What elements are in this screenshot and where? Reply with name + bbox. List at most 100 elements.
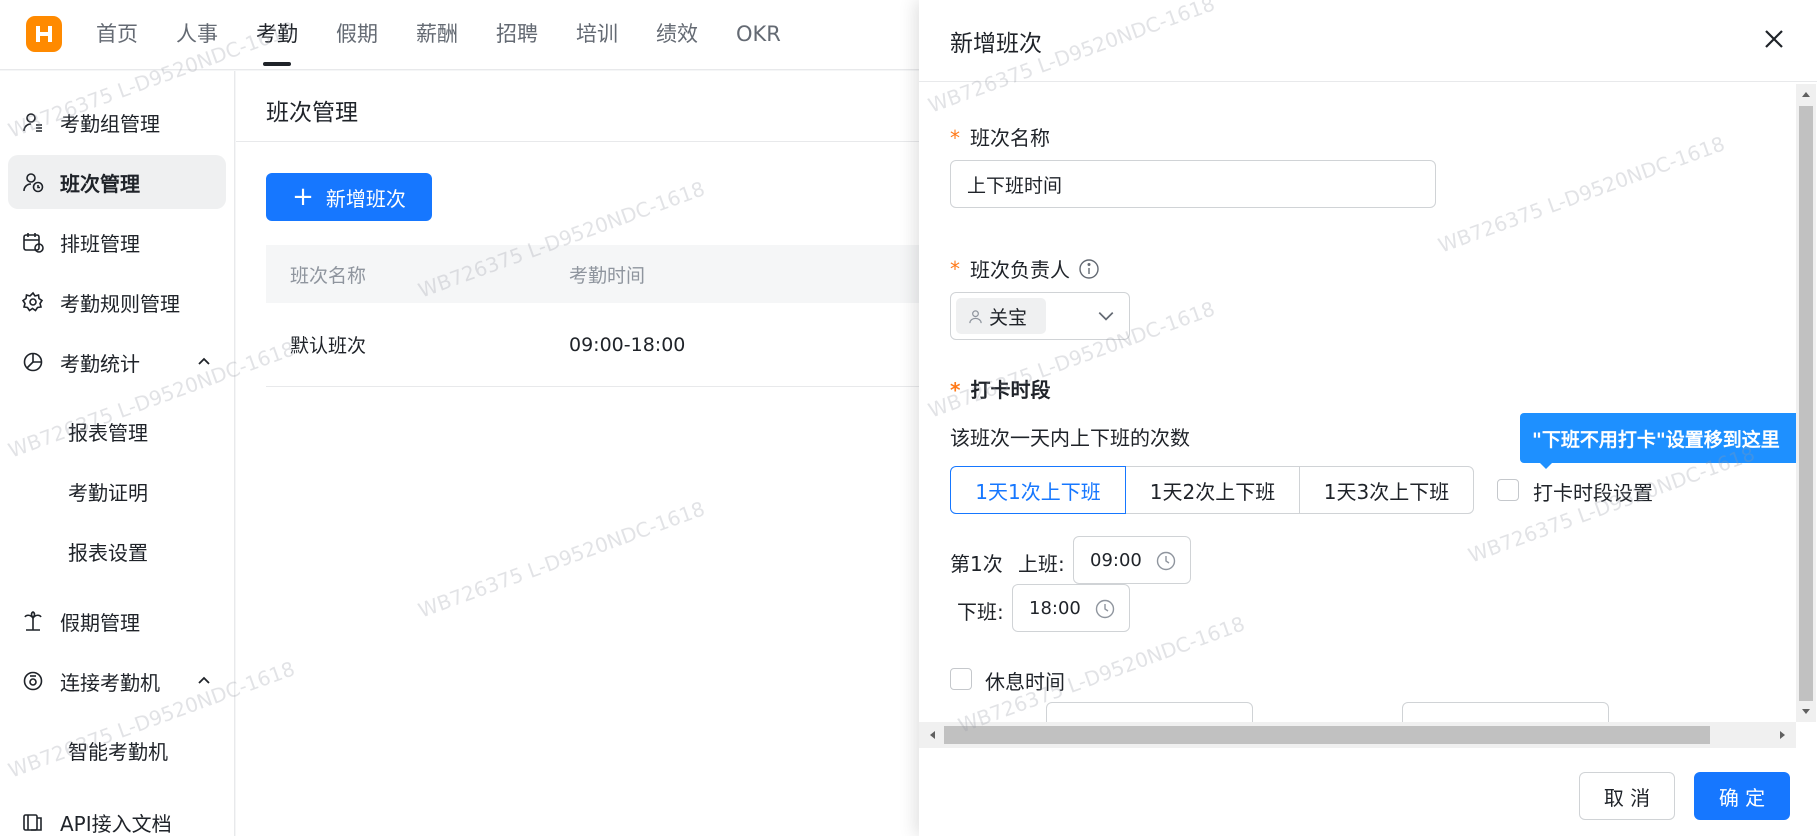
logo-icon [36, 26, 52, 42]
page-title: 班次管理 [266, 100, 358, 126]
sidebar-item-rules[interactable]: 考勤规则管理 [8, 275, 226, 329]
drawer-footer: 取 消 确 定 [919, 750, 1817, 836]
pie-chart-icon [22, 351, 44, 373]
rest-end-input[interactable] [1402, 702, 1609, 722]
scroll-left-icon[interactable] [927, 730, 937, 740]
horizontal-scrollbar[interactable] [919, 722, 1796, 748]
sidebar-item-device[interactable]: 连接考勤机 [8, 654, 226, 708]
scroll-up-icon[interactable] [1801, 89, 1811, 99]
sidebar-item-label: 班次管理 [60, 171, 140, 196]
plus-icon: + [292, 182, 314, 212]
table-header: 班次名称 考勤时间 [266, 245, 936, 303]
shift-name-input[interactable]: 上下班时间 [950, 160, 1436, 208]
book-icon [22, 811, 44, 833]
sidebar-subitem-report-settings[interactable]: 报表设置 [68, 537, 148, 566]
sidebar-item-label: 考勤规则管理 [60, 291, 180, 316]
chevron-up-icon [198, 357, 210, 365]
shift-table: 班次名称 考勤时间 默认班次 09:00-18:00 [266, 245, 936, 387]
nav-tabs: 首页 人事 考勤 假期 薪酬 招聘 培训 绩效 OKR [96, 0, 819, 70]
nav-tab-hr[interactable]: 人事 [176, 0, 218, 70]
nav-tab-performance[interactable]: 绩效 [656, 0, 698, 70]
punch-period-label: * 打卡时段 [950, 378, 1051, 402]
add-shift-label: 新增班次 [325, 186, 406, 211]
calendar-icon [22, 231, 44, 253]
punch-setting-label: 打卡时段设置 [1533, 481, 1653, 505]
scroll-down-icon[interactable] [1801, 707, 1811, 717]
on-duty-label: 上班: [1018, 552, 1065, 576]
chevron-up-icon [198, 676, 210, 684]
info-icon[interactable] [1078, 258, 1100, 280]
divider [236, 141, 936, 142]
table-row[interactable]: 默认班次 09:00-18:00 [266, 303, 936, 387]
owner-tag-label: 关宝 [989, 306, 1028, 329]
sidebar-subitem-report-manage[interactable]: 报表管理 [68, 417, 148, 446]
sidebar-item-api-docs[interactable]: API接入文档 [8, 795, 226, 836]
shift-owner-label: * 班次负责人 [950, 254, 1100, 283]
drawer-title: 新增班次 [950, 31, 1042, 57]
cancel-button[interactable]: 取 消 [1579, 772, 1675, 820]
app-logo[interactable] [26, 16, 62, 52]
clock-icon [1095, 599, 1115, 619]
sidebar-item-shift[interactable]: 班次管理 [8, 155, 226, 209]
sidebar-item-attendance-group[interactable]: 考勤组管理 [8, 95, 226, 149]
sidebar-subitem-smart-device[interactable]: 智能考勤机 [68, 736, 168, 765]
sidebar-item-leave[interactable]: 假期管理 [8, 594, 226, 648]
scroll-right-icon[interactable] [1778, 730, 1788, 740]
user-icon [969, 309, 982, 323]
sidebar-item-schedule[interactable]: 排班管理 [8, 215, 226, 269]
rest-time-checkbox[interactable] [950, 668, 972, 690]
chevron-down-icon [1098, 312, 1114, 321]
add-shift-button[interactable]: + 新增班次 [266, 173, 432, 221]
nav-tab-okr[interactable]: OKR [736, 0, 781, 70]
close-icon[interactable] [1761, 26, 1787, 52]
gear-icon [22, 291, 44, 313]
punch-setting-tooltip: "下班不用打卡"设置移到这里 [1520, 413, 1810, 463]
device-icon [22, 670, 44, 692]
nav-tab-salary[interactable]: 薪酬 [416, 0, 458, 70]
cell-shift-name: 默认班次 [290, 335, 367, 357]
cell-shift-time: 09:00-18:00 [569, 333, 686, 356]
segment-three-times-a-day[interactable]: 1天3次上下班 [1299, 466, 1474, 514]
off-duty-label: 下班: [957, 600, 1004, 624]
vertical-scrollbar[interactable] [1796, 84, 1816, 722]
column-header-name: 班次名称 [290, 264, 367, 287]
sidebar-item-label: 假期管理 [60, 610, 140, 635]
tooltip-arrow [1539, 462, 1553, 469]
off-duty-time-input[interactable]: 18:00 [1012, 584, 1130, 632]
palm-tree-icon [22, 610, 44, 632]
punch-period-desc: 该班次一天内上下班的次数 [950, 426, 1190, 450]
shift-index-label: 第1次 [950, 552, 1003, 576]
sidebar-item-label: 排班管理 [60, 231, 140, 256]
shift-owner-select[interactable]: 关宝 [950, 292, 1130, 340]
drawer-body: * 班次名称 上下班时间 * 班次负责人 关宝 * 打卡时段 该班次一天内上下班的次数… [919, 82, 1798, 722]
on-duty-time-input[interactable]: 09:00 [1073, 536, 1191, 584]
sidebar-item-stats[interactable]: 考勤统计 [8, 335, 226, 389]
segment-once-a-day[interactable]: 1天1次上下班 [950, 466, 1126, 514]
nav-tab-attendance[interactable]: 考勤 [256, 0, 298, 70]
nav-tab-leave[interactable]: 假期 [336, 0, 378, 70]
nav-tab-home[interactable]: 首页 [96, 0, 138, 70]
scrollbar-thumb[interactable] [944, 726, 1710, 744]
shift-name-label: * 班次名称 [950, 126, 1050, 150]
sidebar-item-label: API接入文档 [60, 811, 172, 836]
sidebar-item-label: 考勤组管理 [60, 111, 160, 136]
nav-tab-training[interactable]: 培训 [576, 0, 618, 70]
person-group-icon [22, 111, 44, 133]
sidebar-item-label: 连接考勤机 [60, 670, 160, 695]
sidebar: 考勤组管理 班次管理 排班管理 考勤规则管理 考勤统计 报表管理 考勤证明 报表… [0, 71, 235, 836]
main-content: 班次管理 + 新增班次 班次名称 考勤时间 默认班次 09:00-18:00 [236, 71, 936, 836]
rest-start-input[interactable] [1046, 702, 1253, 722]
confirm-button[interactable]: 确 定 [1694, 772, 1790, 820]
drawer-header: 新增班次 [919, 0, 1817, 82]
segment-twice-a-day[interactable]: 1天2次上下班 [1125, 466, 1300, 514]
rest-time-label: 休息时间 [985, 670, 1065, 694]
scrollbar-thumb[interactable] [1799, 106, 1813, 701]
sidebar-subitem-attendance-proof[interactable]: 考勤证明 [68, 477, 148, 506]
nav-tab-recruit[interactable]: 招聘 [496, 0, 538, 70]
person-clock-icon [22, 171, 44, 193]
column-header-time: 考勤时间 [569, 264, 646, 287]
owner-tag[interactable]: 关宝 [956, 298, 1046, 334]
sidebar-item-label: 考勤统计 [60, 351, 140, 376]
punch-setting-checkbox[interactable] [1497, 479, 1519, 501]
clock-icon [1156, 551, 1176, 571]
